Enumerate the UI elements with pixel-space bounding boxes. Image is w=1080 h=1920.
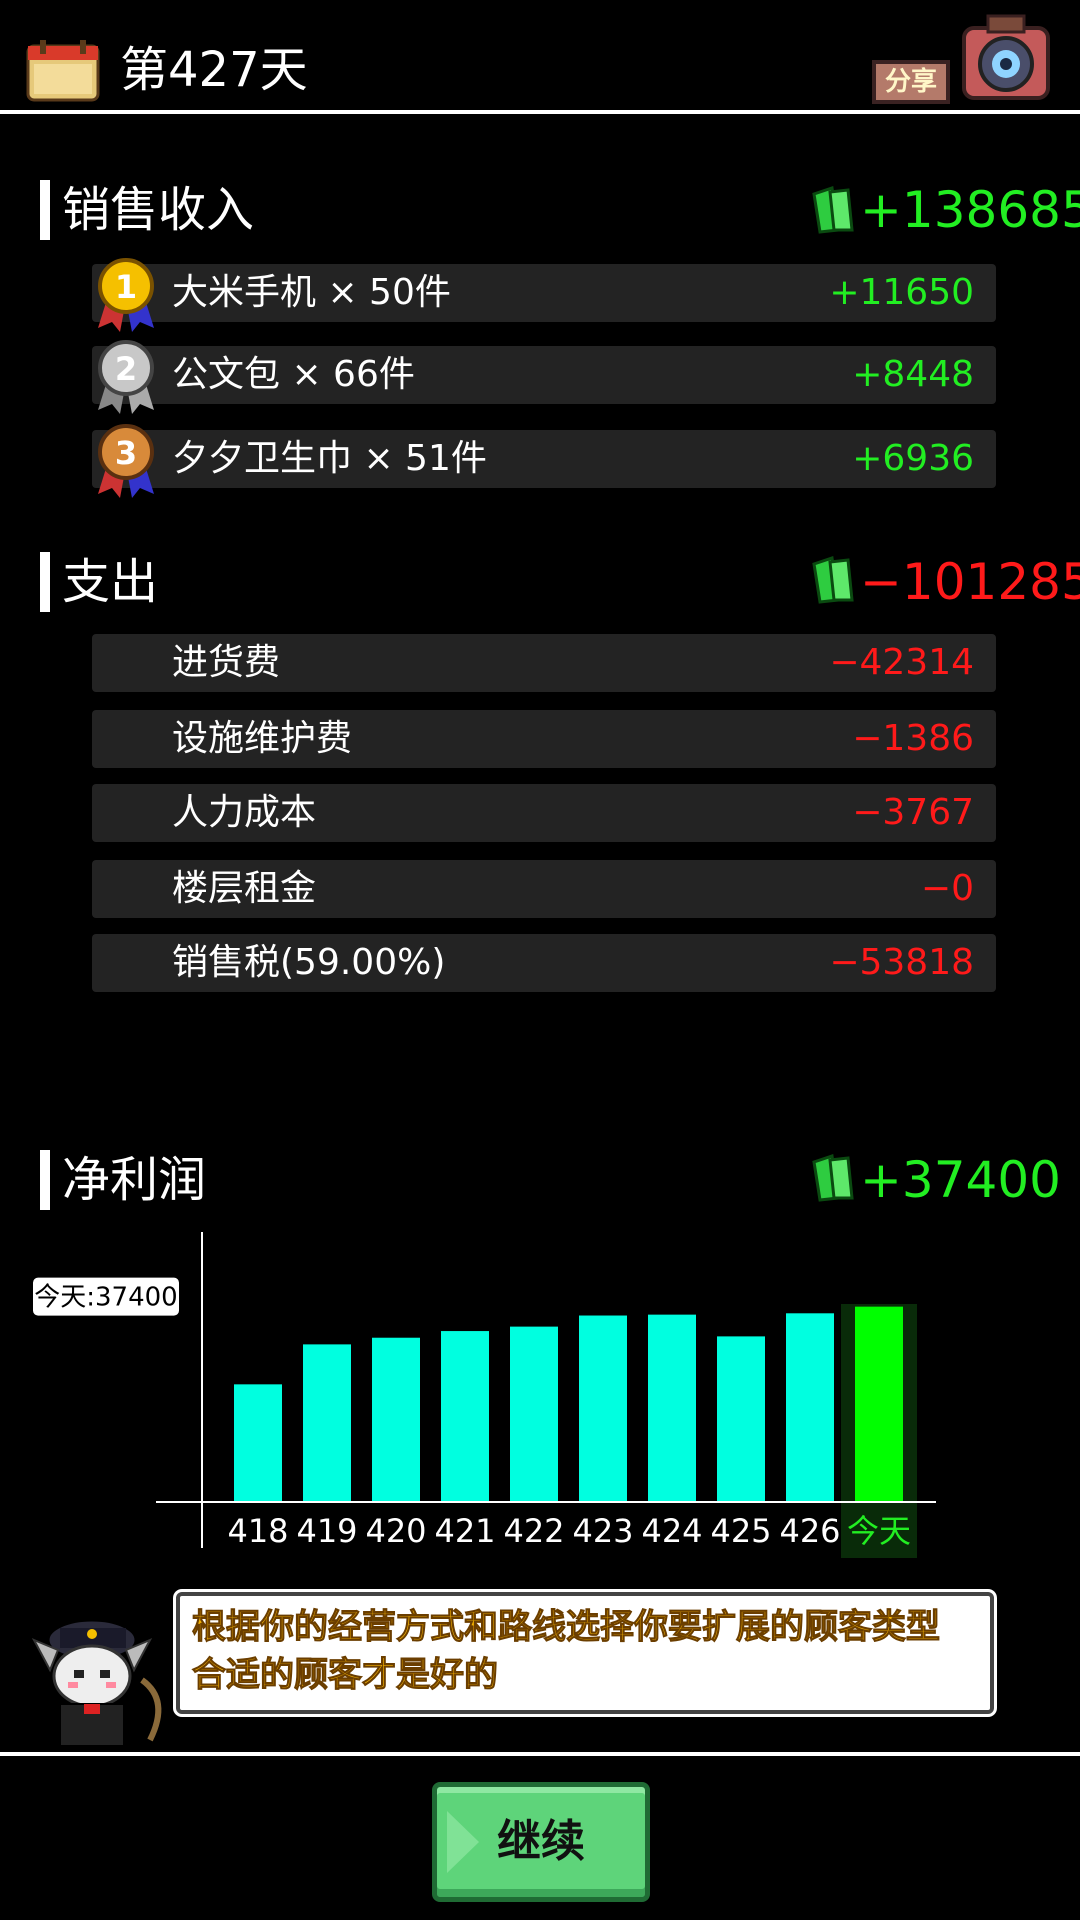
expenses-total: −101285: [860, 553, 1080, 611]
chart-bar: [579, 1315, 627, 1502]
cash-icon: [812, 186, 854, 234]
income-title: 销售收入: [62, 182, 255, 238]
product-revenue: +11650: [829, 272, 974, 313]
chart-bar: [303, 1344, 351, 1502]
expense-value: −1386: [852, 718, 974, 759]
x-tick-label: 420: [365, 1512, 426, 1550]
x-tick-label: 424: [641, 1512, 702, 1550]
x-tick-label: 今天: [847, 1512, 911, 1550]
chart-bar: [234, 1384, 282, 1502]
product-label: 夕夕卫生巾 × 51件: [172, 438, 487, 479]
camera-icon: [962, 14, 1050, 100]
expense-row: 楼层租金 −0: [92, 860, 996, 918]
chart-bar: [510, 1326, 558, 1502]
continue-label: 继续: [497, 1816, 585, 1867]
product-label: 大米手机 × 50件: [172, 272, 451, 313]
x-tick-label: 422: [503, 1512, 564, 1550]
product-revenue: +6936: [852, 438, 974, 479]
income-row-3: 3 夕夕卫生巾 × 51件 +6936: [92, 424, 996, 498]
tip-message-bubble: 根据你的经营方式和路线选择你要扩展的顾客类型 合适的顾客才是好的: [176, 1592, 994, 1714]
chart-bar: [717, 1336, 765, 1502]
day-title: 第427天: [120, 42, 308, 98]
chart-bar: [786, 1313, 834, 1502]
product-label: 公文包 × 66件: [172, 354, 415, 395]
cash-icon: [812, 556, 854, 604]
tip-message-line1: 根据你的经营方式和路线选择你要扩展的顾客类型: [192, 1607, 941, 1648]
gold-medal-icon: 1: [98, 258, 154, 332]
income-total: +138685: [860, 181, 1080, 239]
expenses-title: 支出: [62, 554, 159, 610]
expense-label: 设施维护费: [172, 718, 353, 759]
top-bar: 第427天 分享: [0, 0, 1080, 112]
expense-row: 人力成本 −3767: [92, 784, 996, 842]
x-tick-label: 421: [434, 1512, 495, 1550]
share-button[interactable]: 分享: [872, 12, 1052, 104]
x-tick-label: 418: [227, 1512, 288, 1550]
expense-row: 销售税(59.00%) −53818: [92, 934, 996, 992]
chart-bar: [441, 1331, 489, 1502]
share-label: 分享: [872, 60, 950, 104]
svg-text:1: 1: [115, 268, 137, 306]
x-tick-label: 425: [710, 1512, 771, 1550]
income-row-1: 1 大米手机 × 50件 +11650: [92, 258, 996, 332]
profit-total: +37400: [860, 1151, 1061, 1209]
chart-bar: [648, 1314, 696, 1502]
cash-icon: [812, 1154, 854, 1202]
section-marker: [40, 1150, 50, 1210]
today-value-label: 今天:37400: [34, 1283, 177, 1313]
section-marker: [40, 180, 50, 240]
expense-label: 人力成本: [172, 792, 317, 833]
expense-value: −42314: [829, 642, 974, 683]
silver-medal-icon: 2: [98, 340, 154, 414]
section-marker: [40, 552, 50, 612]
svg-text:3: 3: [115, 434, 137, 472]
expense-value: −53818: [829, 942, 974, 983]
x-tick-label: 419: [296, 1512, 357, 1550]
income-row-2: 2 公文包 × 66件 +8448: [92, 340, 996, 414]
continue-button[interactable]: 继续: [432, 1782, 650, 1902]
header-divider: [0, 110, 1080, 114]
expense-label: 销售税(59.00%): [172, 942, 446, 983]
expense-row: 进货费 −42314: [92, 634, 996, 692]
svg-text:2: 2: [115, 350, 137, 388]
calendar-icon: [26, 40, 100, 102]
profit-bar-chart: 418 419 420 421 422 423 424 425 426 今天 今天:37400: [31, 1232, 936, 1558]
chart-bar: [372, 1337, 420, 1502]
chart-bar: [855, 1306, 903, 1502]
product-revenue: +8448: [852, 354, 974, 395]
expense-label: 楼层租金: [172, 868, 317, 909]
footer-divider: [0, 1752, 1080, 1756]
expense-row: 设施维护费 −1386: [92, 710, 996, 768]
expense-value: −0: [920, 868, 974, 909]
mascot-character-icon: [31, 1618, 162, 1747]
expense-value: −3767: [852, 792, 974, 833]
bronze-medal-icon: 3: [98, 424, 154, 498]
expense-label: 进货费: [172, 642, 281, 683]
profit-title: 净利润: [62, 1152, 207, 1208]
x-tick-label: 426: [779, 1512, 840, 1550]
tip-message-line2: 合适的顾客才是好的: [192, 1655, 499, 1696]
x-tick-label: 423: [572, 1512, 633, 1550]
